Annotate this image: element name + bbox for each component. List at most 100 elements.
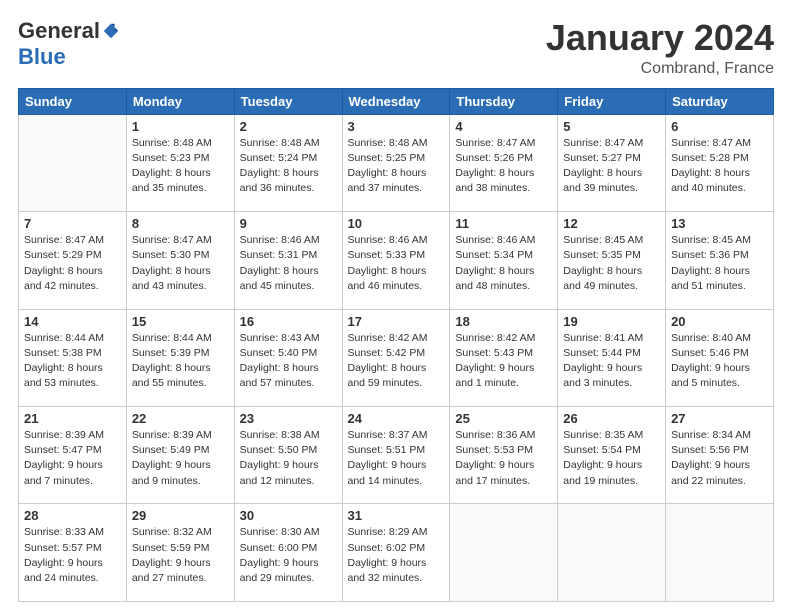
day-number: 30 [240,508,337,523]
logo: General Blue [18,18,120,70]
day-cell: 13 Sunrise: 8:45 AM Sunset: 5:36 PM Dayli… [666,212,774,309]
day-info: Sunrise: 8:34 AM Sunset: 5:56 PM Dayligh… [671,428,768,489]
day-number: 13 [671,216,768,231]
day-cell: 1 Sunrise: 8:48 AM Sunset: 5:23 PM Daylig… [126,114,234,211]
day-cell: 25 Sunrise: 8:36 AM Sunset: 5:53 PM Dayli… [450,407,558,504]
day-number: 25 [455,411,552,426]
day-cell: 14 Sunrise: 8:44 AM Sunset: 5:38 PM Dayli… [19,309,127,406]
day-cell: 27 Sunrise: 8:34 AM Sunset: 5:56 PM Dayli… [666,407,774,504]
header-row: SundayMondayTuesdayWednesdayThursdayFrid… [19,88,774,114]
week-row-1: 1 Sunrise: 8:48 AM Sunset: 5:23 PM Daylig… [19,114,774,211]
day-number: 5 [563,119,660,134]
day-number: 8 [132,216,229,231]
day-number: 17 [348,314,445,329]
day-info: Sunrise: 8:36 AM Sunset: 5:53 PM Dayligh… [455,428,552,489]
day-number: 7 [24,216,121,231]
day-info: Sunrise: 8:42 AM Sunset: 5:42 PM Dayligh… [348,331,445,392]
day-cell: 16 Sunrise: 8:43 AM Sunset: 5:40 PM Dayli… [234,309,342,406]
day-info: Sunrise: 8:40 AM Sunset: 5:46 PM Dayligh… [671,331,768,392]
day-info: Sunrise: 8:45 AM Sunset: 5:36 PM Dayligh… [671,233,768,294]
day-number: 14 [24,314,121,329]
day-info: Sunrise: 8:41 AM Sunset: 5:44 PM Dayligh… [563,331,660,392]
logo-blue-text: Blue [18,44,66,70]
day-cell: 12Sunrise: 8:45 AM Sunset: 5:35 PM Dayli… [558,212,666,309]
day-cell: 31 Sunrise: 8:29 AM Sunset: 6:02 PM Dayli… [342,504,450,602]
day-cell: 5 Sunrise: 8:47 AM Sunset: 5:27 PM Daylig… [558,114,666,211]
day-cell: 10 Sunrise: 8:46 AM Sunset: 5:33 PM Dayli… [342,212,450,309]
day-info: Sunrise: 8:38 AM Sunset: 5:50 PM Dayligh… [240,428,337,489]
day-info: Sunrise: 8:46 AM Sunset: 5:31 PM Dayligh… [240,233,337,294]
day-number: 23 [240,411,337,426]
day-cell: 22Sunrise: 8:39 AM Sunset: 5:49 PM Dayli… [126,407,234,504]
day-cell: 18Sunrise: 8:42 AM Sunset: 5:43 PM Dayli… [450,309,558,406]
main-title: January 2024 [546,18,774,58]
day-number: 10 [348,216,445,231]
day-number: 2 [240,119,337,134]
title-section: January 2024 Combrand, France [546,18,774,78]
day-info: Sunrise: 8:39 AM Sunset: 5:47 PM Dayligh… [24,428,121,489]
day-info: Sunrise: 8:48 AM Sunset: 5:24 PM Dayligh… [240,136,337,197]
day-cell [450,504,558,602]
day-cell: 8 Sunrise: 8:47 AM Sunset: 5:30 PM Daylig… [126,212,234,309]
day-info: Sunrise: 8:44 AM Sunset: 5:38 PM Dayligh… [24,331,121,392]
day-cell: 7 Sunrise: 8:47 AM Sunset: 5:29 PM Daylig… [19,212,127,309]
day-cell: 17 Sunrise: 8:42 AM Sunset: 5:42 PM Dayli… [342,309,450,406]
day-info: Sunrise: 8:48 AM Sunset: 5:25 PM Dayligh… [348,136,445,197]
day-number: 26 [563,411,660,426]
day-number: 29 [132,508,229,523]
day-cell [19,114,127,211]
day-cell: 2 Sunrise: 8:48 AM Sunset: 5:24 PM Daylig… [234,114,342,211]
day-number: 31 [348,508,445,523]
header-saturday: Saturday [666,88,774,114]
week-row-3: 14 Sunrise: 8:44 AM Sunset: 5:38 PM Dayli… [19,309,774,406]
day-info: Sunrise: 8:30 AM Sunset: 6:00 PM Dayligh… [240,525,337,586]
day-cell: 29 Sunrise: 8:32 AM Sunset: 5:59 PM Dayli… [126,504,234,602]
day-info: Sunrise: 8:43 AM Sunset: 5:40 PM Dayligh… [240,331,337,392]
day-number: 4 [455,119,552,134]
day-number: 27 [671,411,768,426]
day-cell: 3 Sunrise: 8:48 AM Sunset: 5:25 PM Daylig… [342,114,450,211]
subtitle: Combrand, France [546,60,774,78]
header-thursday: Thursday [450,88,558,114]
day-info: Sunrise: 8:48 AM Sunset: 5:23 PM Dayligh… [132,136,229,197]
day-info: Sunrise: 8:47 AM Sunset: 5:28 PM Dayligh… [671,136,768,197]
day-cell: 21 Sunrise: 8:39 AM Sunset: 5:47 PM Dayli… [19,407,127,504]
day-cell: 30 Sunrise: 8:30 AM Sunset: 6:00 PM Dayli… [234,504,342,602]
day-info: Sunrise: 8:46 AM Sunset: 5:34 PM Dayligh… [455,233,552,294]
day-number: 21 [24,411,121,426]
day-info: Sunrise: 8:32 AM Sunset: 5:59 PM Dayligh… [132,525,229,586]
day-number: 22 [132,411,229,426]
day-number: 9 [240,216,337,231]
day-cell: 19 Sunrise: 8:41 AM Sunset: 5:44 PM Dayli… [558,309,666,406]
day-info: Sunrise: 8:37 AM Sunset: 5:51 PM Dayligh… [348,428,445,489]
day-cell [666,504,774,602]
day-number: 19 [563,314,660,329]
day-info: Sunrise: 8:44 AM Sunset: 5:39 PM Dayligh… [132,331,229,392]
calendar: SundayMondayTuesdayWednesdayThursdayFrid… [18,88,774,602]
day-info: Sunrise: 8:47 AM Sunset: 5:30 PM Dayligh… [132,233,229,294]
day-number: 28 [24,508,121,523]
day-cell: 4 Sunrise: 8:47 AM Sunset: 5:26 PM Daylig… [450,114,558,211]
logo-text: General [18,18,120,44]
week-row-5: 28 Sunrise: 8:33 AM Sunset: 5:57 PM Dayli… [19,504,774,602]
day-cell: 15 Sunrise: 8:44 AM Sunset: 5:39 PM Dayli… [126,309,234,406]
day-number: 1 [132,119,229,134]
day-number: 6 [671,119,768,134]
day-info: Sunrise: 8:47 AM Sunset: 5:29 PM Dayligh… [24,233,121,294]
day-info: Sunrise: 8:47 AM Sunset: 5:26 PM Dayligh… [455,136,552,197]
day-info: Sunrise: 8:29 AM Sunset: 6:02 PM Dayligh… [348,525,445,586]
day-number: 3 [348,119,445,134]
page: General Blue January 2024 Combrand, Fran… [0,0,792,612]
day-number: 24 [348,411,445,426]
day-info: Sunrise: 8:33 AM Sunset: 5:57 PM Dayligh… [24,525,121,586]
day-info: Sunrise: 8:47 AM Sunset: 5:27 PM Dayligh… [563,136,660,197]
day-info: Sunrise: 8:46 AM Sunset: 5:33 PM Dayligh… [348,233,445,294]
week-row-2: 7 Sunrise: 8:47 AM Sunset: 5:29 PM Daylig… [19,212,774,309]
header-sunday: Sunday [19,88,127,114]
day-number: 20 [671,314,768,329]
day-cell: 11Sunrise: 8:46 AM Sunset: 5:34 PM Dayli… [450,212,558,309]
day-cell [558,504,666,602]
week-row-4: 21 Sunrise: 8:39 AM Sunset: 5:47 PM Dayli… [19,407,774,504]
day-number: 16 [240,314,337,329]
day-number: 15 [132,314,229,329]
